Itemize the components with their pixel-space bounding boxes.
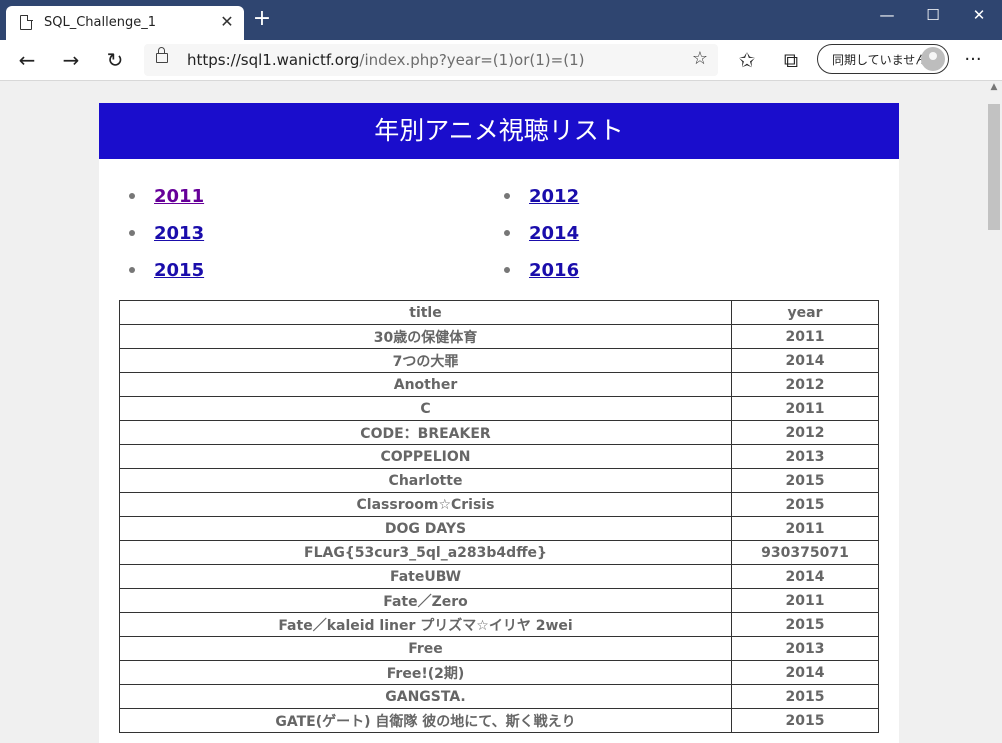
- url-host: https://sql1.wanictf.org: [187, 51, 360, 69]
- year-cell: 2015: [731, 612, 879, 637]
- title-cell: 30歳の保健体育: [119, 324, 732, 349]
- bullet: [504, 267, 510, 273]
- column-header-title: title: [119, 300, 732, 325]
- bullet: [129, 193, 135, 199]
- title-bar: SQL_Challenge_1 ✕ + — ☐ ✕: [0, 0, 1002, 40]
- window-close-icon[interactable]: ✕: [956, 0, 1002, 30]
- scroll-up-arrow-icon[interactable]: ▲: [986, 82, 1002, 96]
- year-cell: 2014: [731, 348, 879, 373]
- table-body: 30歳の保健体育 2011 7つの大罪 2014 Another 2012 C 2011 COD…: [119, 324, 879, 733]
- table-row: DOG DAYS 2011: [119, 516, 879, 541]
- table-row: Classroom☆Crisis 2015: [119, 492, 879, 517]
- year-cell: 2014: [731, 660, 879, 685]
- table-row: 30歳の保健体育 2011: [119, 324, 879, 349]
- title-cell: FateUBW: [119, 564, 732, 589]
- title-cell: COPPELION: [119, 444, 732, 469]
- year-cell: 930375071: [731, 540, 879, 565]
- title-cell: Free!(2期): [119, 660, 732, 685]
- table-row: Fate／Zero 2011: [119, 588, 879, 613]
- maximize-icon[interactable]: ☐: [910, 0, 956, 30]
- title-cell: Fate／Zero: [119, 588, 732, 613]
- year-link-2011[interactable]: 2011: [154, 186, 204, 207]
- minimize-icon[interactable]: —: [864, 0, 910, 30]
- table-row: Free 2013: [119, 636, 879, 661]
- page-header: 年別アニメ視聴リスト: [99, 103, 899, 159]
- year-cell: 2015: [731, 684, 879, 709]
- anime-table: title year 30歳の保健体育 2011 7つの大罪 2014 Another 2…: [119, 300, 879, 733]
- table-row: CODE：BREAKER 2012: [119, 420, 879, 445]
- title-cell: Another: [119, 372, 732, 397]
- table-row: FLAG{53cur3_5ql_a283b4dffe} 930375071: [119, 540, 879, 565]
- year-link-2014[interactable]: 2014: [529, 223, 579, 244]
- scrollbar[interactable]: [988, 104, 1000, 230]
- title-cell: Classroom☆Crisis: [119, 492, 732, 517]
- year-cell: 2015: [731, 468, 879, 493]
- new-tab-plus-icon[interactable]: +: [250, 8, 274, 32]
- browser-tab[interactable]: SQL_Challenge_1 ✕: [6, 6, 244, 40]
- more-icon[interactable]: ···: [958, 46, 988, 74]
- table-row: Fate／kaleid liner プリズマ☆イリヤ 2wei 2015: [119, 612, 879, 637]
- close-tab-icon[interactable]: ✕: [218, 13, 236, 31]
- favorites-icon[interactable]: ✩: [732, 46, 762, 74]
- title-cell: Free: [119, 636, 732, 661]
- year-link-2016[interactable]: 2016: [529, 260, 579, 281]
- year-cell: 2013: [731, 636, 879, 661]
- browser-toolbar: ← → ↻ https://sql1.wanictf.org/index.php…: [0, 40, 1002, 81]
- bullet: [129, 267, 135, 273]
- tab-title: SQL_Challenge_1: [44, 15, 156, 30]
- sync-label: 同期していません: [832, 53, 928, 67]
- year-cell: 2014: [731, 564, 879, 589]
- table-row: Charlotte 2015: [119, 468, 879, 493]
- bullet: [129, 230, 135, 236]
- star-icon[interactable]: ☆: [692, 48, 708, 69]
- reload-icon[interactable]: ↻: [100, 46, 130, 74]
- back-arrow-icon[interactable]: ←: [12, 46, 42, 74]
- table-row: Another 2012: [119, 372, 879, 397]
- address-bar[interactable]: https://sql1.wanictf.org/index.php?year=…: [144, 44, 718, 76]
- lock-icon: [156, 47, 168, 63]
- table-row: C 2011: [119, 396, 879, 421]
- year-cell: 2011: [731, 516, 879, 541]
- table-row: FateUBW 2014: [119, 564, 879, 589]
- year-cell: 2011: [731, 396, 879, 421]
- collections-icon[interactable]: ⧉: [776, 46, 806, 74]
- year-cell: 2011: [731, 324, 879, 349]
- year-link-2013[interactable]: 2013: [154, 223, 204, 244]
- table-row: Free!(2期) 2014: [119, 660, 879, 685]
- table-row: COPPELION 2013: [119, 444, 879, 469]
- year-cell: 2012: [731, 420, 879, 445]
- year-link-2012[interactable]: 2012: [529, 186, 579, 207]
- year-cell: 2013: [731, 444, 879, 469]
- table-row: 7つの大罪 2014: [119, 348, 879, 373]
- title-cell: 7つの大罪: [119, 348, 732, 373]
- sync-button[interactable]: 同期していません: [817, 44, 949, 74]
- title-cell: C: [119, 396, 732, 421]
- title-cell: DOG DAYS: [119, 516, 732, 541]
- title-cell: CODE：BREAKER: [119, 420, 732, 445]
- avatar: [921, 47, 945, 71]
- forward-arrow-icon[interactable]: →: [56, 46, 86, 74]
- table-header-row: title year: [119, 300, 879, 325]
- bullet: [504, 230, 510, 236]
- title-cell: GANGSTA.: [119, 684, 732, 709]
- column-header-year: year: [731, 300, 879, 325]
- title-cell: FLAG{53cur3_5ql_a283b4dffe}: [119, 540, 732, 565]
- year-link-2015[interactable]: 2015: [154, 260, 204, 281]
- table-row: GANGSTA. 2015: [119, 684, 879, 709]
- page-card: 年別アニメ視聴リスト 2011 2012 2013 2014 2015 2016…: [99, 103, 899, 743]
- bullet: [504, 193, 510, 199]
- title-cell: Fate／kaleid liner プリズマ☆イリヤ 2wei: [119, 612, 732, 637]
- url-text: https://sql1.wanictf.org/index.php?year=…: [187, 51, 584, 69]
- page-icon: [20, 14, 33, 30]
- url-path: /index.php?year=(1)or(1)=(1): [359, 51, 585, 69]
- year-cell: 2012: [731, 372, 879, 397]
- title-cell: Charlotte: [119, 468, 732, 493]
- year-cell: 2015: [731, 492, 879, 517]
- year-cell: 2011: [731, 588, 879, 613]
